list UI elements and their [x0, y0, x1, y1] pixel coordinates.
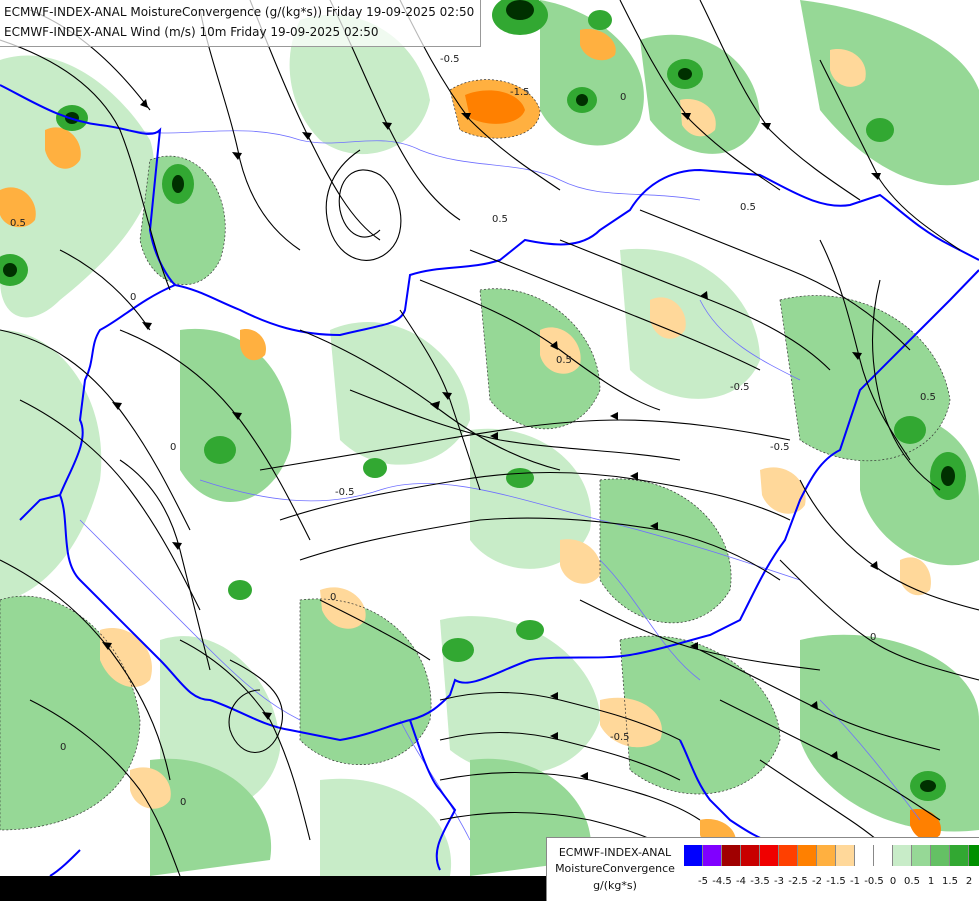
- contour-label: 0: [180, 797, 186, 808]
- legend-tick-label: 0.5: [904, 876, 920, 887]
- legend-tick-label: 2: [965, 876, 973, 887]
- legend-tick-label: -1.5: [826, 876, 846, 887]
- legend-unit: g/(kg*s): [593, 879, 637, 892]
- contour-label: 0: [170, 442, 176, 453]
- legend-tick-label: -4: [736, 876, 746, 887]
- legend-swatch: [874, 845, 893, 866]
- legend-swatch: [893, 845, 912, 866]
- legend-swatch: [741, 845, 760, 866]
- legend-swatch: [760, 845, 779, 866]
- legend-swatch: [950, 845, 969, 866]
- color-legend: ECMWF-INDEX-ANAL MoistureConvergence g/(…: [546, 837, 979, 901]
- contour-label: -0.5: [440, 54, 460, 65]
- legend-tick-label: 1: [927, 876, 935, 887]
- legend-tick-label: -0.5: [864, 876, 884, 887]
- legend-swatch: [855, 845, 874, 866]
- contour-label: 0: [870, 632, 876, 643]
- weather-map[interactable]: 0.5 0 -0.5 -1.5 0.5 0 -0.5 0 0.5 0 -0.5 …: [0, 0, 979, 901]
- map-header: ECMWF-INDEX-ANAL MoistureConvergence (g/…: [0, 0, 482, 47]
- legend-tick-label: -2: [812, 876, 822, 887]
- map-canvas: 0.5 0 -0.5 -1.5 0.5 0 -0.5 0 0.5 0 -0.5 …: [0, 0, 979, 877]
- contour-label: 0: [330, 592, 336, 603]
- legend-swatch: [779, 845, 798, 866]
- contour-label: 0.5: [492, 214, 508, 225]
- header-line-wind: ECMWF-INDEX-ANAL Wind (m/s) 10m Friday 1…: [4, 25, 379, 39]
- header-line-convergence: ECMWF-INDEX-ANAL MoistureConvergence (g/…: [4, 5, 475, 19]
- legend-swatch: [912, 845, 931, 866]
- legend-swatch: [836, 845, 855, 866]
- contour-label: 0.5: [10, 218, 26, 229]
- contour-label: -0.5: [730, 382, 750, 393]
- contour-label: 0.5: [556, 355, 572, 366]
- contour-label: -0.5: [770, 442, 790, 453]
- contour-label: -0.5: [335, 487, 355, 498]
- legend-swatch: [684, 845, 703, 866]
- legend-model: ECMWF-INDEX-ANAL: [558, 846, 672, 859]
- contour-label: -1.5: [510, 87, 530, 98]
- contour-label: 0: [60, 742, 66, 753]
- contour-label: -0.5: [610, 732, 630, 743]
- legend-swatch: [798, 845, 817, 866]
- legend-tick-label: -4.5: [712, 876, 732, 887]
- contour-label: 0.5: [740, 202, 756, 213]
- legend-tick-label: -2.5: [788, 876, 808, 887]
- legend-tick-label: 1.5: [942, 876, 958, 887]
- legend-tick-label: -1: [850, 876, 860, 887]
- legend-swatch: [703, 845, 722, 866]
- legend-swatch: [969, 845, 979, 866]
- legend-ticks: -5 -4.5 -4 -3.5 -3 -2.5 -2 -1.5 -1 -0.5 0 0.5 1 1.5 2: [684, 876, 979, 890]
- legend-tick-label: 0: [889, 876, 897, 887]
- contour-label: 0.5: [920, 392, 936, 403]
- legend-swatches: [684, 845, 979, 866]
- legend-swatch: [817, 845, 836, 866]
- legend-tick-label: -5: [698, 876, 708, 887]
- contour-label: 0: [130, 292, 136, 303]
- legend-parameter: MoistureConvergence: [555, 862, 675, 875]
- legend-swatch: [722, 845, 741, 866]
- contour-label: 0: [620, 92, 626, 103]
- legend-tick-label: -3.5: [750, 876, 770, 887]
- legend-tick-label: -3: [774, 876, 784, 887]
- legend-swatch: [931, 845, 950, 866]
- bottom-strip: [0, 876, 546, 900]
